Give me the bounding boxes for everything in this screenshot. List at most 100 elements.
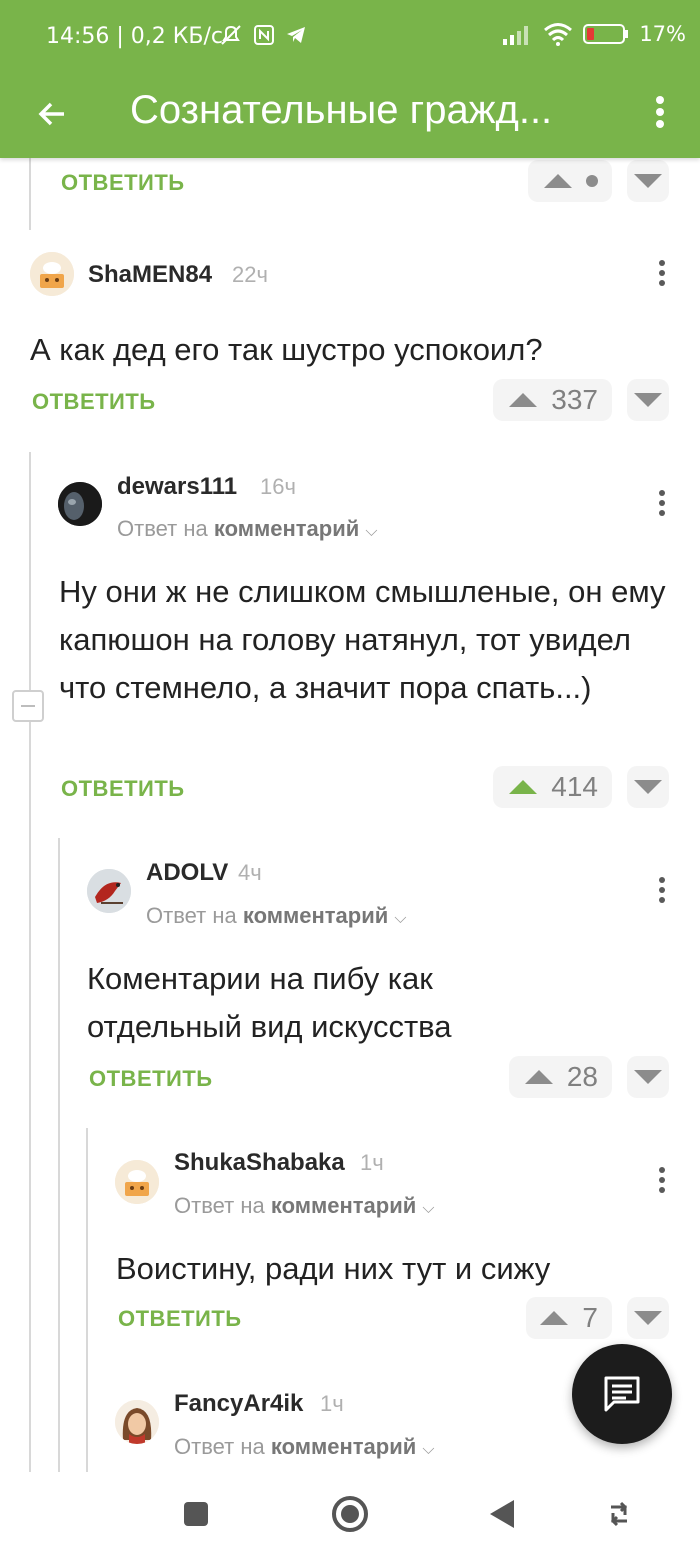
collapse-thread-button[interactable] <box>12 690 44 722</box>
vote-dot <box>586 175 598 187</box>
avatar[interactable] <box>115 1400 159 1444</box>
downvote-button[interactable] <box>627 160 669 202</box>
home-button[interactable] <box>328 1492 372 1536</box>
vote-count: 337 <box>551 384 598 415</box>
app-bar: Сознательные гражд... <box>0 78 700 158</box>
comment-text: Коментарии на пибу как отдельный вид иск… <box>87 961 452 1044</box>
back-arrow-icon <box>38 102 64 126</box>
upvote-icon[interactable] <box>544 174 572 188</box>
status-bar: 14:56 | 0,2 КБ/с 17% <box>0 0 700 78</box>
avatar-face-icon <box>115 1400 159 1444</box>
comment-text: А как дед его так шустро успокоил? <box>30 332 543 367</box>
vote-pill: 414 <box>493 766 612 808</box>
chevron-down-icon: ⌵ <box>394 910 407 927</box>
rotate-icon <box>610 1501 628 1527</box>
status-right: 17% <box>501 22 686 46</box>
back-nav-button[interactable] <box>480 1492 524 1536</box>
more-menu-button[interactable] <box>640 90 680 134</box>
chevron-down-icon: ⌵ <box>422 1441 435 1458</box>
upvote-icon[interactable] <box>540 1311 569 1325</box>
nfc-icon <box>254 25 274 45</box>
chevron-down-icon: ⌵ <box>365 523 378 540</box>
reply-to-target: комментарий <box>270 1193 417 1218</box>
nav-circle-icon <box>332 1496 368 1532</box>
reply-button[interactable]: ОТВЕТИТЬ <box>61 170 185 196</box>
thread-line <box>86 1128 88 1472</box>
top-bar: 14:56 | 0,2 КБ/с 17% Сознательные гражд.… <box>0 0 700 158</box>
mute-alarm-icon <box>221 25 241 45</box>
battery-icon <box>583 24 629 44</box>
comment-menu-button[interactable] <box>652 1163 672 1197</box>
avatar-default-icon <box>115 1160 159 1204</box>
downvote-icon <box>634 393 662 407</box>
reply-to-target: комментарий <box>242 903 389 928</box>
reply-to-link[interactable]: Ответ на комментарий ⌵ <box>174 1434 435 1460</box>
nav-back-icon <box>490 1500 514 1528</box>
nav-square-icon <box>184 1502 208 1526</box>
downvote-button[interactable] <box>627 766 669 808</box>
comment-time: 16ч <box>260 474 296 499</box>
comment-menu-button[interactable] <box>652 256 672 290</box>
chevron-down-icon: ⌵ <box>422 1200 435 1217</box>
more-vert-icon <box>656 96 664 128</box>
comments-fab-button[interactable] <box>572 1344 672 1444</box>
recents-button[interactable] <box>174 1492 218 1536</box>
username[interactable]: dewars111 <box>117 473 237 501</box>
downvote-icon <box>634 780 662 794</box>
upvote-icon[interactable] <box>509 393 538 407</box>
reply-button[interactable]: ОТВЕТИТЬ <box>61 776 185 802</box>
avatar[interactable] <box>58 482 102 526</box>
comment-text: Ну они ж не слишком смышленые, он ему ка… <box>59 574 666 705</box>
reply-to-link[interactable]: Ответ на комментарий ⌵ <box>117 516 378 542</box>
vote-pill: 28 <box>509 1056 612 1098</box>
reply-to-target: комментарий <box>270 1434 417 1459</box>
reply-to-prefix: Ответ на <box>117 516 208 541</box>
status-time: 14:56 | 0,2 КБ/с <box>46 24 223 49</box>
downvote-button[interactable] <box>627 1297 669 1339</box>
thread-line <box>29 158 31 230</box>
back-button[interactable] <box>30 92 74 136</box>
downvote-icon <box>634 1311 662 1325</box>
rotate-button[interactable] <box>597 1492 641 1536</box>
upvote-icon[interactable] <box>524 1070 553 1084</box>
signal-icon <box>503 26 529 45</box>
wifi-icon <box>544 23 573 46</box>
reply-to-target: комментарий <box>213 516 360 541</box>
reply-button[interactable]: ОТВЕТИТЬ <box>89 1066 213 1092</box>
avatar[interactable] <box>30 252 74 296</box>
battery-level: 17% <box>639 22 686 46</box>
reply-to-link[interactable]: Ответ на комментарий ⌵ <box>146 903 407 929</box>
avatar-default-icon <box>30 252 74 296</box>
avatar[interactable] <box>115 1160 159 1204</box>
upvote-icon[interactable] <box>509 780 538 794</box>
comment-time: 1ч <box>320 1391 344 1416</box>
comment-menu-button[interactable] <box>652 486 672 520</box>
downvote-button[interactable] <box>627 1056 669 1098</box>
telegram-icon <box>287 27 305 43</box>
username[interactable]: ADOLV <box>146 859 228 887</box>
thread-line <box>29 452 31 1472</box>
vote-count: 28 <box>566 1061 598 1092</box>
username[interactable]: FancyAr4ik <box>174 1390 303 1418</box>
comment-time: 1ч <box>360 1150 384 1175</box>
thread-line <box>58 838 60 1472</box>
status-icons <box>218 22 308 48</box>
reply-to-prefix: Ответ на <box>146 903 237 928</box>
avatar[interactable] <box>87 869 131 913</box>
vote-pill <box>528 160 612 202</box>
reply-button[interactable]: ОТВЕТИТЬ <box>32 389 156 415</box>
avatar-photo-icon <box>58 482 102 526</box>
username[interactable]: ShukaShabaka <box>174 1149 345 1177</box>
vote-count: 414 <box>551 771 598 802</box>
reply-to-prefix: Ответ на <box>174 1193 265 1218</box>
downvote-icon <box>634 1070 662 1084</box>
vote-pill: 7 <box>526 1297 612 1339</box>
page-title: Сознательные гражд... <box>130 88 553 132</box>
downvote-button[interactable] <box>627 379 669 421</box>
comment-time: 22ч <box>232 262 268 287</box>
reply-button[interactable]: ОТВЕТИТЬ <box>118 1306 242 1332</box>
comment-menu-button[interactable] <box>652 873 672 907</box>
username[interactable]: ShaMEN84 <box>88 261 212 289</box>
reply-to-link[interactable]: Ответ на комментарий ⌵ <box>174 1193 435 1219</box>
avatar-bird-icon <box>87 869 131 913</box>
